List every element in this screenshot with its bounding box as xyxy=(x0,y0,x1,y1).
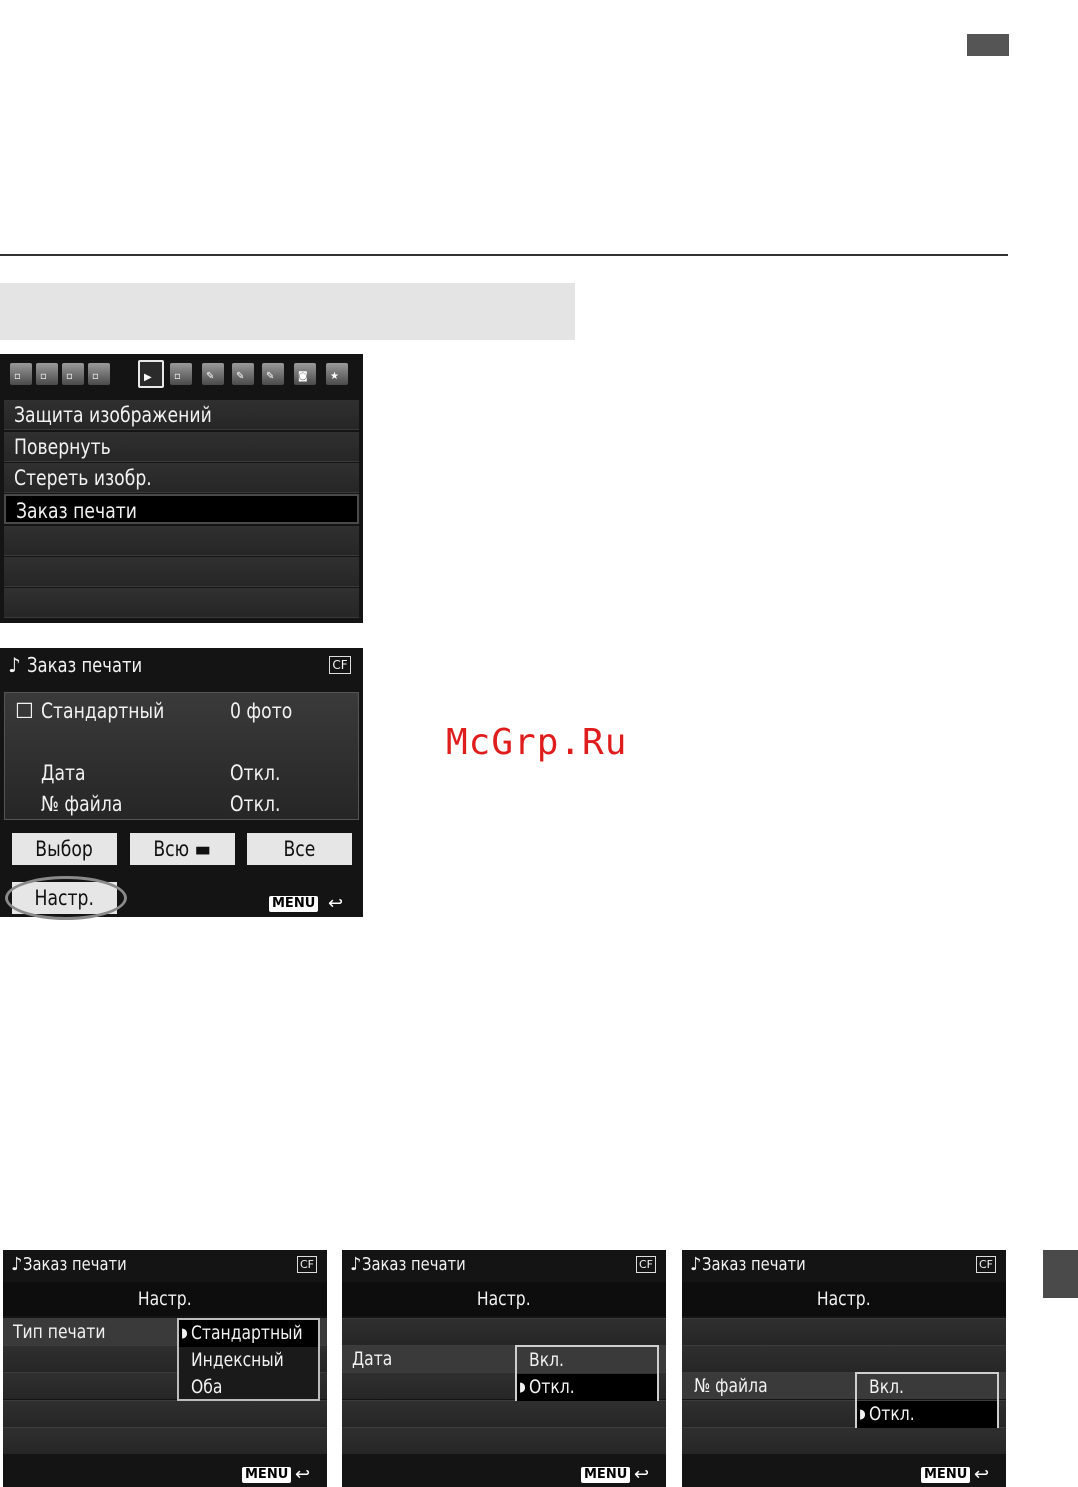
printer-icon: ♪ xyxy=(8,653,21,677)
screen-title: ♪Заказ печати xyxy=(11,1254,127,1275)
option-off[interactable]: ◗ Откл. xyxy=(517,1374,657,1401)
option-both[interactable]: Оба xyxy=(179,1374,318,1401)
option-index[interactable]: Индексный xyxy=(179,1347,318,1374)
page-tag xyxy=(967,34,1009,56)
menu-item-rotate[interactable]: Повернуть xyxy=(4,432,359,462)
printer-icon: ♪ xyxy=(11,1254,23,1275)
print-type-label: Тип печати xyxy=(13,1321,106,1343)
menu-item-print-order[interactable]: Заказ печати xyxy=(4,494,359,524)
print-type-options: ◗ Стандартный Индексный Оба xyxy=(177,1318,320,1401)
setup-subtitle: Настр. xyxy=(682,1282,1006,1316)
menu-item-empty xyxy=(4,557,359,587)
empty-row xyxy=(682,1345,1006,1372)
date-label: Дата xyxy=(352,1348,393,1370)
printer-icon: ♪ xyxy=(350,1254,362,1275)
menu-button-icon: MENU xyxy=(269,896,319,912)
chapter-tab xyxy=(1043,1250,1078,1298)
empty-row xyxy=(3,1427,327,1454)
setup-tab-icon[interactable]: ✎ xyxy=(232,363,254,385)
file-number-options: Вкл. ◗ Откл. xyxy=(855,1372,999,1428)
screen-title: ♪ Заказ печати xyxy=(8,653,143,677)
playback-tab-icon[interactable]: ▫ xyxy=(170,363,192,385)
cf-card-icon: CF xyxy=(297,1256,317,1273)
print-type-value: Стандартный xyxy=(41,699,165,723)
back-arrow-icon: ↩ xyxy=(295,1464,311,1485)
order-summary-panel: ☐ Стандартный 0 фото Дата Откл. № файла … xyxy=(4,692,359,820)
menu-item-empty xyxy=(4,588,359,618)
shoot-tab-icon[interactable]: ▫ xyxy=(36,363,58,385)
menu-button-icon: MENU xyxy=(581,1467,631,1483)
setup-tab-icon[interactable]: ✎ xyxy=(202,363,224,385)
select-button[interactable]: Выбор xyxy=(12,833,117,865)
selected-marker-icon: ◗ xyxy=(181,1326,188,1341)
option-on[interactable]: Вкл. xyxy=(857,1374,997,1401)
empty-row xyxy=(342,1318,666,1345)
option-off[interactable]: ◗ Откл. xyxy=(857,1401,997,1428)
screen-title: ♪Заказ печати xyxy=(690,1254,806,1275)
date-label: Дата xyxy=(41,761,86,785)
selected-marker-icon: ◗ xyxy=(519,1380,526,1395)
empty-row xyxy=(342,1427,666,1454)
back-arrow-icon: ↩ xyxy=(634,1464,650,1485)
menu-item-erase[interactable]: Стереть изобр. xyxy=(4,463,359,493)
camera-tab-icon[interactable]: ◙ xyxy=(294,363,316,385)
setup-subtitle: Настр. xyxy=(342,1282,666,1316)
file-number-label: № файла xyxy=(694,1375,768,1397)
shoot-tab-icon[interactable]: ▫ xyxy=(10,363,32,385)
shoot-tab-icon[interactable]: ▫ xyxy=(88,363,110,385)
all-in-folder-button[interactable]: Всю ▬ xyxy=(130,833,235,865)
section-heading-bar xyxy=(0,283,575,340)
setup-subtitle: Настр. xyxy=(3,1282,327,1316)
menu-item-empty xyxy=(4,526,359,556)
photo-count: 0 фото xyxy=(230,699,293,723)
playback-tab-icon[interactable]: ▶ xyxy=(138,360,164,388)
option-on[interactable]: Вкл. xyxy=(517,1347,657,1374)
setup-print-type-screen: ♪Заказ печати CF Настр. Тип печати ◗ Стан… xyxy=(3,1250,327,1487)
playback-menu-screen: ▫ ▫ ▫ ▫ ▶ ▫ ✎ ✎ ✎ ◙ ★ Защита изображений… xyxy=(0,354,363,623)
empty-row xyxy=(3,1400,327,1427)
empty-row xyxy=(682,1318,1006,1345)
all-button[interactable]: Все xyxy=(247,833,352,865)
folder-icon: ▬ xyxy=(194,837,212,861)
menu-tabs: ▫ ▫ ▫ ▫ ▶ ▫ ✎ ✎ ✎ ◙ ★ xyxy=(10,360,355,390)
menu-button-icon: MENU xyxy=(242,1467,292,1483)
cf-card-icon: CF xyxy=(329,656,351,674)
option-standard[interactable]: ◗ Стандартный xyxy=(179,1320,318,1347)
screen-title: ♪Заказ печати xyxy=(350,1254,466,1275)
setup-file-number-screen: ♪Заказ печати CF Настр. № файла Вкл. ◗ От… xyxy=(682,1250,1006,1487)
empty-row xyxy=(682,1427,1006,1454)
date-value: Откл. xyxy=(230,761,281,785)
setup-tab-icon[interactable]: ✎ xyxy=(262,363,284,385)
file-number-value: Откл. xyxy=(230,792,281,816)
watermark: McGrp.Ru xyxy=(446,722,628,763)
back-arrow-icon: ↩ xyxy=(974,1464,990,1485)
file-number-label: № файла xyxy=(41,792,123,816)
standard-print-icon: ☐ xyxy=(15,699,34,723)
setup-highlight-oval xyxy=(5,876,127,920)
star-tab-icon[interactable]: ★ xyxy=(326,363,348,385)
cf-card-icon: CF xyxy=(636,1256,656,1273)
setup-date-screen: ♪Заказ печати CF Настр. Дата Вкл. ◗ Откл.… xyxy=(342,1250,666,1487)
empty-row xyxy=(342,1400,666,1427)
menu-button-icon: MENU xyxy=(921,1467,971,1483)
cf-card-icon: CF xyxy=(976,1256,996,1273)
shoot-tab-icon[interactable]: ▫ xyxy=(62,363,84,385)
printer-icon: ♪ xyxy=(690,1254,702,1275)
section-rule xyxy=(0,254,1008,256)
back-arrow-icon: ↩ xyxy=(328,893,344,914)
selected-marker-icon: ◗ xyxy=(859,1407,866,1422)
date-options: Вкл. ◗ Откл. xyxy=(515,1345,659,1401)
menu-item-protect[interactable]: Защита изображений xyxy=(4,400,359,430)
